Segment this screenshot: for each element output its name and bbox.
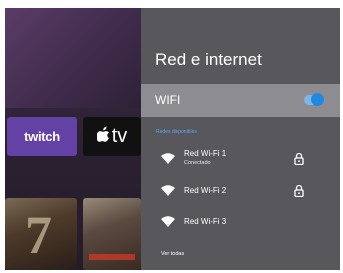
wifi-icon <box>161 216 175 227</box>
panel-title: Red e internet <box>155 50 262 69</box>
tv-screen: twitch tv 7 Red e internet WIFI Redes di… <box>5 8 340 270</box>
wifi-toggle-switch[interactable] <box>304 93 324 106</box>
wifi-toggle-row[interactable]: WIFI <box>141 84 340 117</box>
app-tile-twitch[interactable]: twitch <box>7 117 77 156</box>
wifi-icon <box>161 153 175 164</box>
featured-banner <box>5 8 141 108</box>
apple-tv-label: tv <box>111 125 128 147</box>
toggle-knob <box>311 93 324 106</box>
apple-logo-icon <box>95 126 111 147</box>
network-item[interactable]: Red Wi-Fi 2 <box>141 178 340 206</box>
movie-poster[interactable]: 7 <box>5 198 77 270</box>
see-all-link[interactable]: Ver todas <box>161 251 184 257</box>
app-tile-apple-tv[interactable]: tv <box>83 117 141 156</box>
twitch-logo: twitch <box>24 129 60 144</box>
network-status: Conectado <box>184 160 211 166</box>
network-name: Red Wi-Fi 3 <box>184 217 227 226</box>
network-name: Red Wi-Fi 2 <box>184 186 227 195</box>
available-networks-label: Redes disponibles <box>156 129 197 135</box>
network-item[interactable]: Red Wi-Fi 3 <box>141 209 340 237</box>
movie-poster[interactable] <box>83 198 141 270</box>
lock-icon <box>294 152 304 165</box>
home-launcher: twitch tv 7 <box>5 8 141 270</box>
lock-icon <box>294 184 304 197</box>
network-item[interactable]: Red Wi-Fi 1 Conectado <box>141 146 340 174</box>
network-settings-panel: Red e internet WIFI Redes disponibles Re… <box>141 8 340 270</box>
wifi-label: WIFI <box>155 93 181 107</box>
network-name: Red Wi-Fi 1 <box>184 149 227 158</box>
poster-title: 7 <box>25 205 52 265</box>
poster-art <box>89 254 135 260</box>
wifi-icon <box>161 185 175 196</box>
